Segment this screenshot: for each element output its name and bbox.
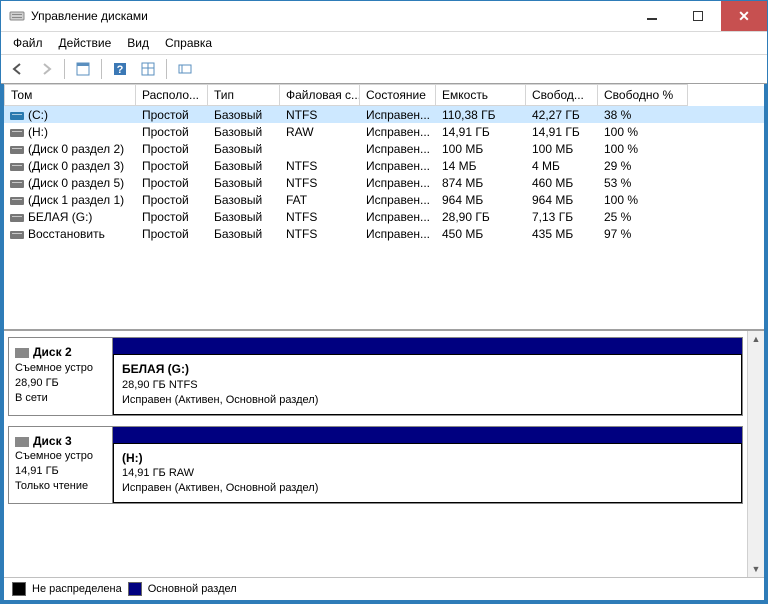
volume-name: БЕЛАЯ (G:) bbox=[28, 210, 92, 224]
content-area: Том Располо... Тип Файловая с... Состоян… bbox=[1, 84, 767, 603]
forward-button[interactable] bbox=[33, 56, 59, 82]
table-row[interactable]: (Диск 0 раздел 3)ПростойБазовыйNTFSИспра… bbox=[4, 157, 764, 174]
separator bbox=[101, 59, 102, 79]
col-status[interactable]: Состояние bbox=[360, 84, 436, 106]
menu-help[interactable]: Справка bbox=[157, 34, 220, 52]
disk-layout-panel[interactable]: Диск 2Съемное устро28,90 ГБВ сетиБЕЛАЯ (… bbox=[4, 331, 747, 577]
col-volume[interactable]: Том bbox=[4, 84, 136, 106]
col-capacity[interactable]: Емкость bbox=[436, 84, 526, 106]
disk-icon bbox=[15, 437, 29, 447]
volume-name: (Диск 0 раздел 2) bbox=[28, 142, 124, 156]
volume-list[interactable]: Том Располо... Тип Файловая с... Состоян… bbox=[4, 84, 764, 331]
volume-name: (Диск 1 раздел 1) bbox=[28, 193, 124, 207]
legend-swatch-primary bbox=[128, 582, 142, 596]
legend-unallocated: Не распределена bbox=[32, 583, 122, 595]
table-row[interactable]: (Диск 0 раздел 2)ПростойБазовыйИсправен.… bbox=[4, 140, 764, 157]
volume-icon bbox=[10, 161, 24, 171]
close-button[interactable]: ✕ bbox=[721, 1, 767, 31]
volume-icon bbox=[10, 229, 24, 239]
vertical-scrollbar[interactable]: ▲ ▼ bbox=[747, 331, 764, 577]
col-free[interactable]: Свобод... bbox=[526, 84, 598, 106]
volume-icon bbox=[10, 212, 24, 222]
menu-view[interactable]: Вид bbox=[119, 34, 157, 52]
disk-row[interactable]: Диск 2Съемное устро28,90 ГБВ сетиБЕЛАЯ (… bbox=[8, 337, 743, 416]
table-row[interactable]: ВосстановитьПростойБазовыйNTFSИсправен..… bbox=[4, 225, 764, 242]
col-freepct[interactable]: Свободно % bbox=[598, 84, 688, 106]
toolbar-btn-3[interactable] bbox=[172, 56, 198, 82]
volume-icon bbox=[10, 110, 24, 120]
partition-info: (H:)14,91 ГБ RAWИсправен (Активен, Основ… bbox=[113, 443, 742, 504]
partition-header-bar bbox=[113, 338, 742, 354]
menu-file[interactable]: Файл bbox=[5, 34, 51, 52]
separator bbox=[64, 59, 65, 79]
disk-row[interactable]: Диск 3Съемное устро14,91 ГБТолько чтение… bbox=[8, 426, 743, 505]
volume-name: (C:) bbox=[28, 108, 48, 122]
volume-name: (Диск 0 раздел 3) bbox=[28, 159, 124, 173]
disk-info: Диск 2Съемное устро28,90 ГБВ сети bbox=[9, 338, 113, 415]
table-row[interactable]: БЕЛАЯ (G:)ПростойБазовыйNTFSИсправен...2… bbox=[4, 208, 764, 225]
volume-icon bbox=[10, 144, 24, 154]
help-button[interactable]: ? bbox=[107, 56, 133, 82]
partition[interactable]: БЕЛАЯ (G:)28,90 ГБ NTFSИсправен (Активен… bbox=[113, 338, 742, 415]
graphical-view: Диск 2Съемное устро28,90 ГБВ сетиБЕЛАЯ (… bbox=[4, 331, 764, 577]
app-icon bbox=[9, 8, 25, 24]
window-title: Управление дисками bbox=[31, 9, 629, 23]
partition[interactable]: (H:)14,91 ГБ RAWИсправен (Активен, Основ… bbox=[113, 427, 742, 504]
partition-info: БЕЛАЯ (G:)28,90 ГБ NTFSИсправен (Активен… bbox=[113, 354, 742, 415]
legend-primary: Основной раздел bbox=[148, 583, 237, 595]
list-header: Том Располо... Тип Файловая с... Состоян… bbox=[4, 84, 764, 106]
legend: Не распределена Основной раздел bbox=[4, 577, 764, 600]
volume-icon bbox=[10, 195, 24, 205]
volume-icon bbox=[10, 178, 24, 188]
svg-text:?: ? bbox=[117, 64, 124, 76]
col-type[interactable]: Тип bbox=[208, 84, 280, 106]
scroll-up-icon[interactable]: ▲ bbox=[750, 333, 762, 345]
volume-name: (H:) bbox=[28, 125, 48, 139]
separator bbox=[166, 59, 167, 79]
partition-header-bar bbox=[113, 427, 742, 443]
menubar: Файл Действие Вид Справка bbox=[1, 32, 767, 55]
scroll-down-icon[interactable]: ▼ bbox=[750, 563, 762, 575]
volume-name: Восстановить bbox=[28, 227, 105, 241]
menu-action[interactable]: Действие bbox=[51, 34, 120, 52]
disk-icon bbox=[15, 348, 29, 358]
legend-swatch-unallocated bbox=[12, 582, 26, 596]
col-fs[interactable]: Файловая с... bbox=[280, 84, 360, 106]
table-row[interactable]: (Диск 1 раздел 1)ПростойБазовыйFATИсправ… bbox=[4, 191, 764, 208]
toolbar-btn-2[interactable] bbox=[135, 56, 161, 82]
col-layout[interactable]: Располо... bbox=[136, 84, 208, 106]
table-row[interactable]: (Диск 0 раздел 5)ПростойБазовыйNTFSИспра… bbox=[4, 174, 764, 191]
disk-info: Диск 3Съемное устро14,91 ГБТолько чтение bbox=[9, 427, 113, 504]
minimize-button[interactable] bbox=[629, 1, 675, 31]
toolbar: ? bbox=[1, 55, 767, 84]
maximize-button[interactable] bbox=[675, 1, 721, 31]
disk-management-window: Управление дисками ✕ Файл Действие Вид С… bbox=[0, 0, 768, 604]
table-row[interactable]: (H:)ПростойБазовыйRAWИсправен...14,91 ГБ… bbox=[4, 123, 764, 140]
titlebar[interactable]: Управление дисками ✕ bbox=[1, 1, 767, 32]
back-button[interactable] bbox=[5, 56, 31, 82]
table-row[interactable]: (C:)ПростойБазовыйNTFSИсправен...110,38 … bbox=[4, 106, 764, 123]
toolbar-btn-1[interactable] bbox=[70, 56, 96, 82]
volume-icon bbox=[10, 127, 24, 137]
volume-name: (Диск 0 раздел 5) bbox=[28, 176, 124, 190]
